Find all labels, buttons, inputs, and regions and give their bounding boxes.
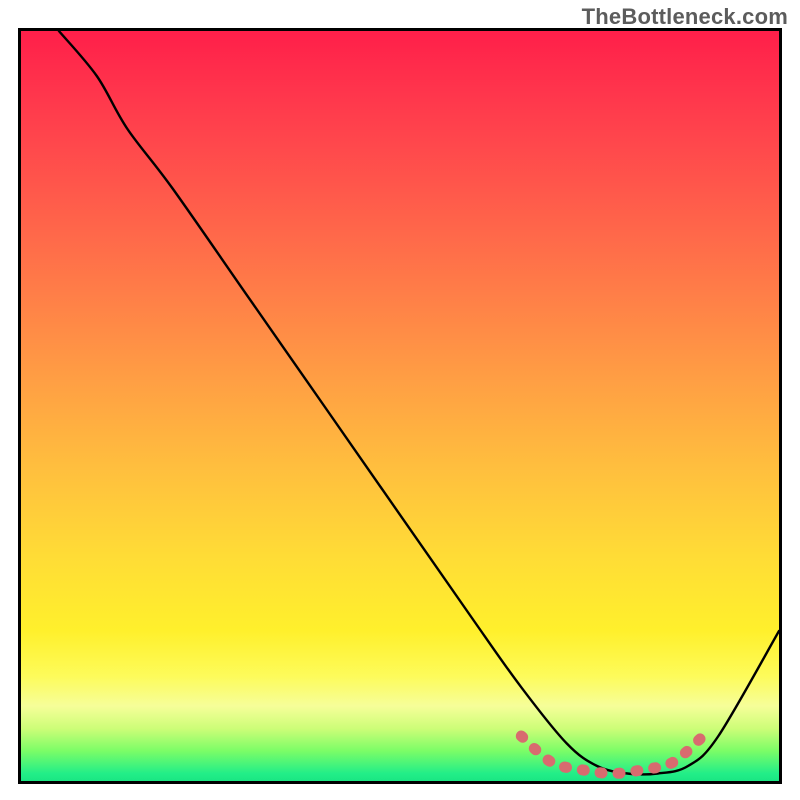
marker-dotted-path	[521, 736, 703, 774]
main-curve-path	[59, 31, 779, 774]
chart-svg	[21, 31, 779, 781]
chart-plot-area	[18, 28, 782, 784]
watermark-text: TheBottleneck.com	[582, 4, 788, 30]
